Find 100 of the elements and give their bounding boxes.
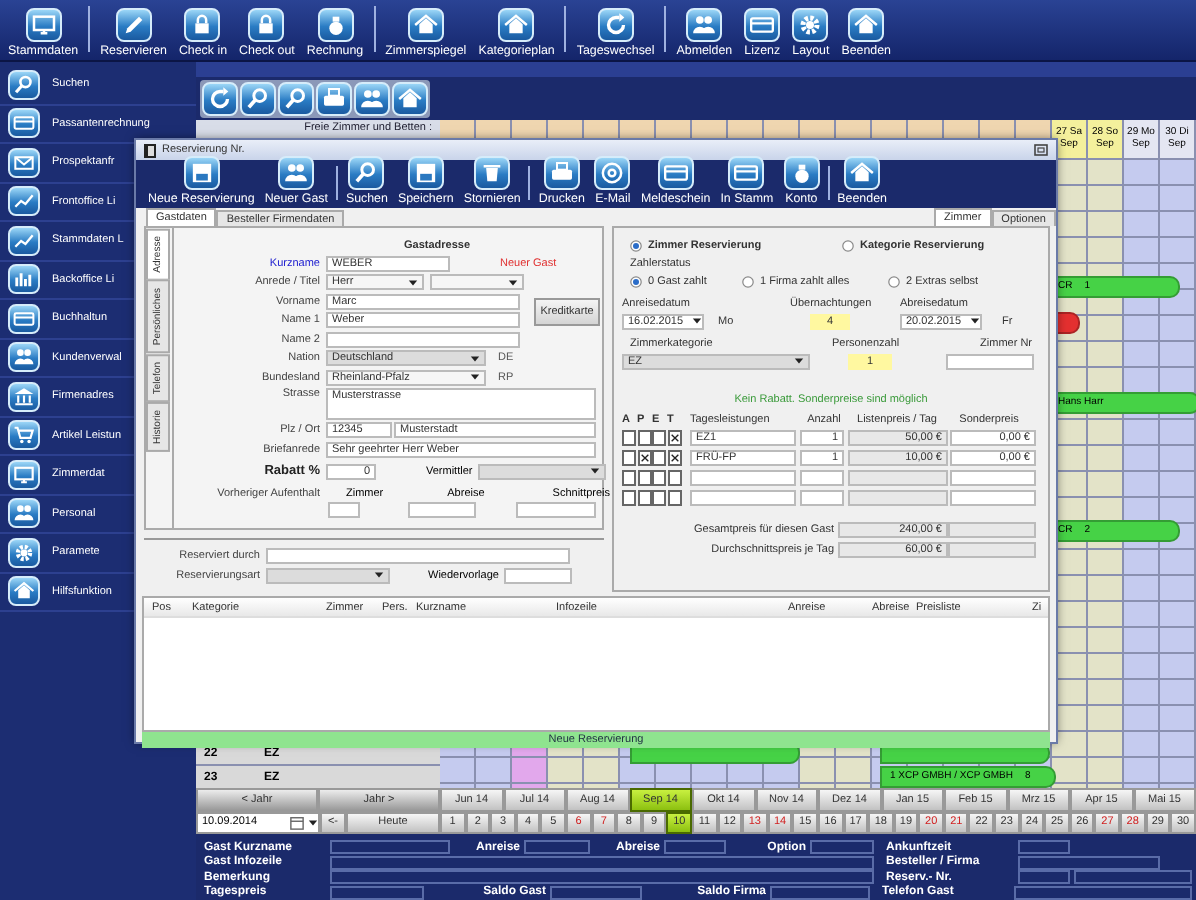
text-field[interactable]	[800, 470, 844, 486]
text-field[interactable]	[848, 470, 948, 486]
info-field[interactable]	[330, 870, 874, 885]
info-field[interactable]	[810, 840, 874, 855]
radio-circle-icon[interactable]	[888, 275, 900, 287]
monitor-icon	[8, 459, 40, 490]
toolbar-button[interactable]	[316, 81, 352, 116]
checkbox[interactable]	[637, 430, 651, 446]
bar-chart-icon	[8, 264, 40, 295]
text-field[interactable]	[690, 470, 796, 486]
text-field[interactable]	[266, 548, 570, 565]
lock-icon	[184, 8, 221, 42]
checkbox[interactable]	[622, 450, 636, 466]
info-field[interactable]	[1014, 885, 1192, 900]
people-icon	[8, 498, 40, 529]
calendar-icon	[290, 815, 304, 830]
info-field[interactable]	[330, 855, 874, 870]
printer-icon	[543, 156, 580, 190]
search-icon	[348, 156, 385, 190]
info-field[interactable]	[770, 885, 870, 900]
caret-icon	[969, 316, 980, 326]
checkbox[interactable]	[652, 450, 666, 466]
toolbar-button[interactable]	[392, 81, 428, 116]
people-icon	[686, 8, 723, 42]
text-field[interactable]	[800, 490, 844, 506]
radio-circle-icon[interactable]	[742, 275, 754, 287]
at-sign-icon	[594, 156, 631, 190]
card-icon	[8, 303, 40, 334]
toolbar-button[interactable]	[240, 81, 276, 116]
people-icon	[278, 156, 315, 190]
info-field[interactable]	[330, 840, 450, 855]
caret-icon	[691, 316, 702, 326]
gear-icon	[8, 537, 40, 568]
card-icon	[8, 108, 40, 139]
info-field[interactable]	[524, 840, 590, 855]
toolbar-button[interactable]	[354, 81, 390, 116]
info-field[interactable]	[1018, 870, 1070, 885]
text-field[interactable]	[326, 331, 520, 348]
info-field[interactable]	[1074, 870, 1192, 885]
printer-icon	[316, 81, 352, 116]
card-icon	[657, 156, 694, 190]
text-field[interactable]	[950, 490, 1036, 506]
gear-icon	[792, 8, 829, 42]
people-icon	[354, 81, 390, 116]
checkbox[interactable]	[667, 490, 681, 506]
money-bag-icon	[783, 156, 820, 190]
caret-icon	[590, 466, 601, 476]
caret-icon	[374, 570, 384, 581]
dropdown[interactable]	[266, 567, 390, 584]
text-field[interactable]	[504, 567, 573, 584]
dropdown[interactable]	[430, 274, 524, 291]
house-icon	[8, 576, 40, 607]
dropdown[interactable]	[478, 463, 607, 479]
checkbox[interactable]	[667, 470, 681, 486]
text-field[interactable]	[950, 470, 1036, 486]
house-icon	[498, 8, 535, 42]
radio-circle-icon[interactable]	[630, 239, 642, 251]
checkbox[interactable]	[622, 490, 636, 506]
envelope-icon	[8, 147, 40, 178]
text-field[interactable]	[948, 542, 1036, 558]
text-field[interactable]	[328, 502, 360, 518]
checkbox[interactable]	[622, 430, 636, 446]
text-field[interactable]	[948, 522, 1036, 538]
info-field[interactable]	[550, 885, 642, 900]
search-icon	[8, 69, 40, 100]
checkbox[interactable]	[637, 490, 651, 506]
checkbox[interactable]	[667, 450, 681, 466]
caret-icon	[794, 356, 804, 366]
refresh-icon	[202, 81, 238, 116]
toolbar-button[interactable]	[202, 81, 238, 116]
checkbox[interactable]	[667, 430, 681, 446]
checkbox[interactable]	[622, 470, 636, 486]
app-icon	[144, 143, 156, 157]
checkbox[interactable]	[637, 450, 651, 466]
radio-circle-icon[interactable]	[842, 239, 854, 251]
info-field[interactable]	[1018, 840, 1070, 855]
refresh-icon	[597, 8, 634, 42]
info-field[interactable]	[664, 840, 726, 855]
text-field[interactable]	[690, 490, 796, 506]
bank-icon	[8, 381, 40, 412]
caret-icon	[408, 277, 418, 288]
info-field[interactable]	[330, 885, 424, 900]
radio-circle-icon[interactable]	[630, 275, 642, 287]
house-icon	[407, 8, 444, 42]
info-field[interactable]	[1018, 855, 1160, 870]
checkbox[interactable]	[652, 470, 666, 486]
toolbar-button[interactable]	[278, 81, 314, 116]
checkbox[interactable]	[652, 490, 666, 506]
text-field[interactable]	[516, 502, 596, 518]
text-field[interactable]	[946, 353, 1034, 369]
line-chart-icon	[8, 225, 40, 256]
monitor-icon	[25, 8, 62, 42]
text-field[interactable]	[848, 490, 948, 506]
search-icon	[240, 81, 276, 116]
checkbox[interactable]	[652, 430, 666, 446]
restore-icon[interactable]	[1034, 144, 1048, 156]
people-icon	[8, 342, 40, 373]
checkbox[interactable]	[637, 470, 651, 486]
house-icon	[848, 8, 885, 42]
text-field[interactable]	[408, 502, 476, 518]
